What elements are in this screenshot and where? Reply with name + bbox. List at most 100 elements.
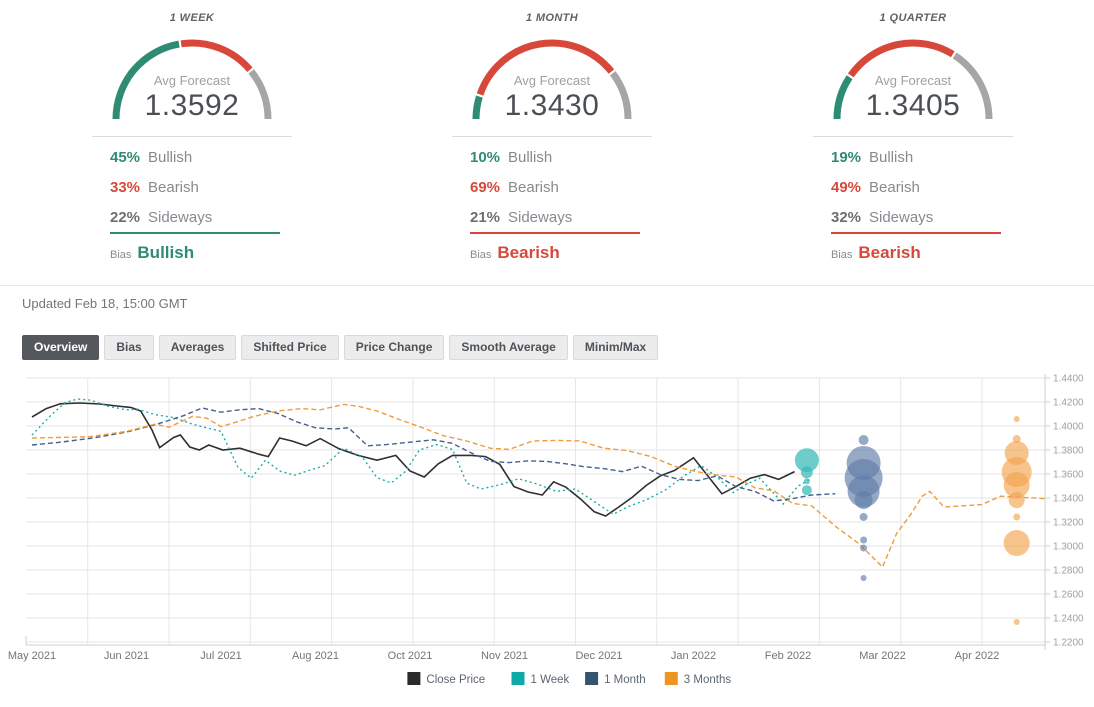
- axes: [26, 374, 1046, 650]
- sentiment-gauge: Avg Forecast 1.3592: [99, 27, 285, 123]
- sideways-label: Sideways: [508, 209, 572, 226]
- bias-label: Bias: [110, 249, 131, 261]
- tab-shifted-price[interactable]: Shifted Price: [241, 335, 338, 360]
- x-axis-labels: May 2021Jun 2021Jul 2021Aug 2021Oct 2021…: [8, 650, 999, 662]
- sideways-label: Sideways: [869, 209, 933, 226]
- period-title: 1 WEEK: [92, 12, 292, 24]
- svg-text:Dec 2021: Dec 2021: [575, 650, 622, 662]
- bullish-label: Bullish: [508, 149, 552, 166]
- svg-text:1.4400: 1.4400: [1053, 374, 1084, 385]
- svg-text:Jan 2022: Jan 2022: [671, 650, 716, 662]
- period-title: 1 MONTH: [452, 12, 652, 24]
- bearish-percent: 49%: [831, 179, 861, 196]
- legend-item-close-price[interactable]: Close Price: [407, 672, 485, 686]
- legend-item-1-week[interactable]: 1 Week: [512, 672, 570, 686]
- svg-text:1.2600: 1.2600: [1053, 590, 1084, 601]
- stat-sideways: 21% Sideways: [470, 202, 652, 232]
- sentiment-gauge: Avg Forecast 1.3430: [459, 27, 645, 123]
- sideways-label: Sideways: [148, 209, 212, 226]
- forecast-column-1-month: 1 MONTH Avg Forecast 1.3430 10% Bullish …: [452, 0, 652, 280]
- 1-week-bubbles: [795, 448, 819, 495]
- sideways-percent: 32%: [831, 209, 861, 226]
- svg-text:1.3800: 1.3800: [1053, 446, 1084, 457]
- svg-text:Apr 2022: Apr 2022: [955, 650, 1000, 662]
- svg-text:Mar 2022: Mar 2022: [859, 650, 905, 662]
- divider: [92, 136, 292, 137]
- legend-item-3-months[interactable]: 3 Months: [665, 672, 732, 686]
- bias-row: Bias Bullish: [110, 243, 194, 263]
- stat-bearish: 69% Bearish: [470, 172, 652, 202]
- stat-sideways: 32% Sideways: [831, 202, 1013, 232]
- tab-minim-max[interactable]: Minim/Max: [573, 335, 658, 360]
- svg-text:Aug 2021: Aug 2021: [292, 650, 339, 662]
- stat-bullish: 19% Bullish: [831, 142, 1013, 172]
- bias-value: Bullish: [137, 243, 194, 263]
- 1-month-line: [32, 408, 835, 501]
- avg-forecast-value: 1.3405: [866, 89, 961, 122]
- bias-underline: [470, 232, 640, 234]
- y-axis-labels: 1.44001.42001.40001.38001.36001.34001.32…: [1045, 374, 1084, 649]
- bias-label: Bias: [831, 249, 852, 261]
- bias-value: Bearish: [858, 243, 920, 263]
- svg-text:1.2200: 1.2200: [1053, 638, 1084, 649]
- svg-text:Feb 2022: Feb 2022: [765, 650, 811, 662]
- tab-bias[interactable]: Bias: [104, 335, 153, 360]
- bearish-percent: 33%: [110, 179, 140, 196]
- bullish-percent: 45%: [110, 149, 140, 166]
- svg-text:1 Month: 1 Month: [604, 674, 646, 686]
- bias-row: Bias Bearish: [470, 243, 560, 263]
- svg-text:1.2800: 1.2800: [1053, 566, 1084, 577]
- svg-text:1.4200: 1.4200: [1053, 398, 1084, 409]
- bullish-percent: 10%: [470, 149, 500, 166]
- bullish-label: Bullish: [148, 149, 192, 166]
- updated-timestamp: Updated Feb 18, 15:00 GMT: [22, 296, 187, 311]
- avg-forecast-label: Avg Forecast: [514, 73, 591, 88]
- bearish-label: Bearish: [508, 179, 559, 196]
- bias-underline: [831, 232, 1001, 234]
- svg-text:Jul 2021: Jul 2021: [200, 650, 242, 662]
- svg-text:1.3600: 1.3600: [1053, 470, 1084, 481]
- tab-smooth-average[interactable]: Smooth Average: [449, 335, 567, 360]
- forecast-column-1-quarter: 1 QUARTER Avg Forecast 1.3405 19% Bullis…: [813, 0, 1013, 280]
- bias-value: Bearish: [497, 243, 559, 263]
- legend-item-1-month[interactable]: 1 Month: [585, 672, 646, 686]
- stat-sideways: 22% Sideways: [110, 202, 292, 232]
- tab-overview[interactable]: Overview: [22, 335, 99, 360]
- svg-text:1.3400: 1.3400: [1053, 494, 1084, 505]
- 1-week-line: [32, 399, 812, 514]
- forecast-poll-panel: 1 WEEK Avg Forecast 1.3592 45% Bullish 3…: [0, 0, 1094, 286]
- svg-text:Oct 2021: Oct 2021: [388, 650, 433, 662]
- avg-forecast-value: 1.3430: [505, 89, 600, 122]
- bullish-percent: 19%: [831, 149, 861, 166]
- bias-label: Bias: [470, 249, 491, 261]
- 1-month-bubbles: [845, 435, 883, 581]
- avg-forecast-label: Avg Forecast: [154, 73, 231, 88]
- bias-underline: [110, 232, 280, 234]
- stat-bearish: 33% Bearish: [110, 172, 292, 202]
- svg-text:1.2400: 1.2400: [1053, 614, 1084, 625]
- grid: [26, 378, 1045, 645]
- svg-text:1.3200: 1.3200: [1053, 518, 1084, 529]
- svg-text:Jun 2021: Jun 2021: [104, 650, 149, 662]
- tab-price-change[interactable]: Price Change: [344, 335, 445, 360]
- sentiment-gauge: Avg Forecast 1.3405: [820, 27, 1006, 123]
- chart-tabs: Overview Bias Averages Shifted Price Pri…: [22, 335, 658, 360]
- forecast-chart[interactable]: 1.44001.42001.40001.38001.36001.34001.32…: [0, 368, 1094, 702]
- divider: [452, 136, 652, 137]
- period-title: 1 QUARTER: [813, 12, 1013, 24]
- avg-forecast-value: 1.3592: [145, 89, 240, 122]
- sideways-percent: 21%: [470, 209, 500, 226]
- bias-row: Bias Bearish: [831, 243, 921, 263]
- tab-averages[interactable]: Averages: [159, 335, 237, 360]
- divider: [813, 136, 1013, 137]
- stat-bullish: 10% Bullish: [470, 142, 652, 172]
- svg-text:1.3000: 1.3000: [1053, 542, 1084, 553]
- svg-text:3 Months: 3 Months: [684, 674, 732, 686]
- forecast-chart-canvas[interactable]: 1.44001.42001.40001.38001.36001.34001.32…: [0, 368, 1094, 702]
- 3-months-line: [32, 404, 1045, 567]
- forecast-column-1-week: 1 WEEK Avg Forecast 1.3592 45% Bullish 3…: [92, 0, 292, 280]
- bearish-percent: 69%: [470, 179, 500, 196]
- bullish-label: Bullish: [869, 149, 913, 166]
- svg-text:Close Price: Close Price: [426, 674, 485, 686]
- legend: Close Price 1 Week 1 Month 3 Months: [407, 672, 731, 686]
